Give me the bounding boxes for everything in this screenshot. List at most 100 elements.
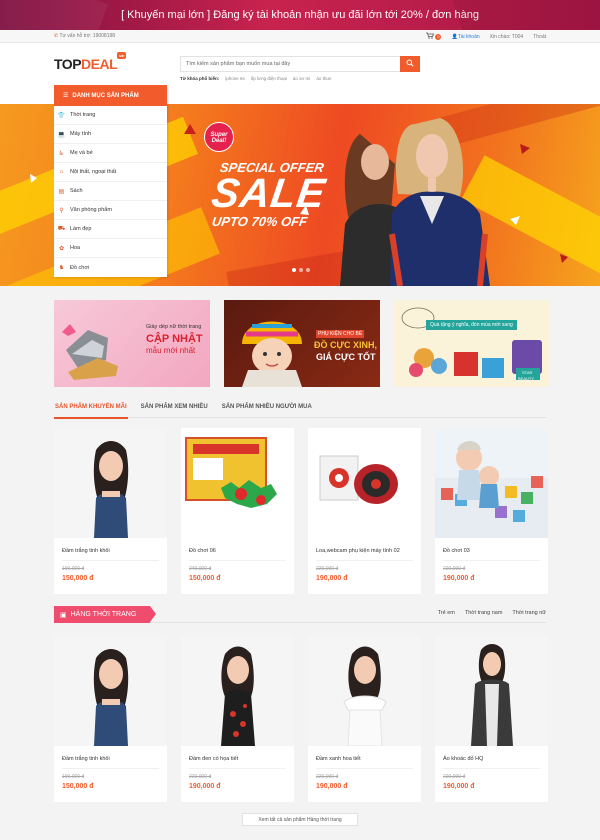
category-item-van-phong-pham[interactable]: ⚲ Văn phòng phẩm: [54, 201, 167, 220]
category-menu: ☰ DANH MỤC SẢN PHẨM 👕 Thời trang 💻 Máy tín…: [54, 85, 167, 277]
promo-products-grid: Đầm trắng tinh khôi 190,000 đ 150,000 đ …: [54, 428, 548, 594]
category-item-do-choi[interactable]: ♞ Đồ chơi: [54, 258, 167, 277]
category-item-may-tinh[interactable]: 💻 Máy tính: [54, 125, 167, 144]
product-image: [54, 428, 167, 538]
product-name[interactable]: Đồ chơi 03: [443, 548, 470, 554]
product-name[interactable]: Áo khoác đỏ HQ: [443, 756, 483, 762]
product-tabs: SẢN PHẨM KHUYẾN MÃI SẢN PHẨM XEM NHIỀU S…: [54, 404, 546, 419]
keywords-label: Từ khóa phổ biến:: [180, 76, 220, 81]
product-card[interactable]: Áo khoác đỏ HQ 220,000 đ 190,000 đ: [435, 636, 548, 802]
product-image: [54, 636, 167, 746]
product-card[interactable]: Đầm trắng tinh khôi 190,000 đ 150,000 đ: [54, 636, 167, 802]
slider-dots: [292, 268, 310, 272]
cart-icon: [426, 32, 435, 41]
super-deal-badge: Super Deal!: [204, 122, 234, 152]
banner-line3: mẫu mới nhất: [146, 346, 196, 355]
product-card[interactable]: Đầm đen có họa tiết 220,000 đ 190,000 đ: [181, 636, 294, 802]
bicycle-icon: ⚲: [59, 207, 64, 214]
banner-line3: BEAUTY: [518, 376, 535, 381]
banner-shoes[interactable]: Giày dép nữ thời trang CẬP NHẬT mẫu mới …: [54, 300, 210, 387]
cart-button[interactable]: 0: [426, 32, 442, 41]
category-menu-header[interactable]: ☰ DANH MỤC SẢN PHẨM: [54, 85, 167, 106]
link-thoi-trang-nam[interactable]: Thời trang nam: [465, 610, 503, 616]
search-input[interactable]: Tìm kiếm sản phẩm bạn muốn mua tại đây: [180, 56, 400, 72]
product-card[interactable]: Loa,webcam phụ kiện máy tính 02 220,000 …: [308, 428, 421, 594]
divider: [189, 560, 286, 561]
product-name[interactable]: Đầm trắng tinh khôi: [62, 756, 110, 762]
keyword-link[interactable]: iphone 6s: [225, 76, 245, 81]
divider: [443, 560, 540, 561]
product-card[interactable]: Đầm xanh hoa tiết 220,000 đ 190,000 đ: [308, 636, 421, 802]
product-price: 190,000 đ: [316, 783, 348, 790]
shirt-icon: 👕: [57, 112, 66, 119]
sub-banners: Giày dép nữ thời trang CẬP NHẬT mẫu mới …: [54, 300, 550, 387]
hotline: ✆ Tư vấn hỗ trợ: 19008198: [54, 33, 115, 39]
search-button[interactable]: [400, 56, 420, 72]
logo[interactable]: TOPDEAL sale: [54, 52, 127, 72]
tab-xem-nhieu[interactable]: SẢN PHẨM XEM NHIỀU: [140, 404, 209, 417]
divider: [443, 768, 540, 769]
product-name[interactable]: Đồ chơi 06: [189, 548, 216, 554]
product-price: 190,000 đ: [443, 575, 475, 582]
banner-gifts[interactable]: Quà tặng ý nghĩa, đón mùa mới sang STAR …: [394, 300, 550, 387]
shopping-bag-icon: ▣: [60, 611, 67, 619]
search-icon: [406, 59, 414, 69]
category-item-thoi-trang[interactable]: 👕 Thời trang: [54, 106, 167, 125]
search-bar: Tìm kiếm sản phẩm bạn muốn mua tại đây: [180, 56, 420, 72]
link-thoi-trang-nu[interactable]: Thời trang nữ: [512, 610, 546, 616]
banner-line3: GIÁ CỰC TỐT: [316, 352, 376, 362]
product-name[interactable]: Đầm xanh hoa tiết: [316, 756, 361, 762]
account-link[interactable]: 👤Tài khoản: [451, 34, 479, 40]
promo-bar[interactable]: [ Khuyến mại lớn ] Đăng ký tài khoản nhậ…: [0, 0, 600, 30]
logout-link[interactable]: Thoát: [533, 34, 546, 40]
menu-icon: ☰: [63, 93, 69, 99]
category-label: Đồ chơi: [70, 264, 90, 271]
category-item-lam-dep[interactable]: ⛟ Làm đẹp: [54, 220, 167, 239]
product-card[interactable]: Đầm trắng tinh khôi 190,000 đ 150,000 đ: [54, 428, 167, 594]
greeting-text: Xin chào: T004: [489, 33, 524, 40]
keyword-link[interactable]: ốp lưng điện thoại: [251, 76, 287, 81]
category-label: Hoa: [70, 245, 81, 251]
keyword-link[interactable]: áo sơ mi: [293, 76, 310, 81]
banner-line1: Quà tặng ý nghĩa, đón mùa mới sang: [426, 320, 517, 330]
link-tre-em[interactable]: Trẻ em: [438, 610, 455, 616]
product-card[interactable]: Đồ chơi 03 220,000 đ 190,000 đ: [435, 428, 548, 594]
hotline-text: Tư vấn hỗ trợ: 19008198: [59, 33, 116, 39]
keyword-link[interactable]: áo thun: [316, 76, 331, 81]
product-price: 150,000 đ: [62, 575, 94, 582]
slider-dot[interactable]: [292, 268, 296, 272]
product-image: [308, 428, 421, 538]
category-menu-title: DANH MỤC SẢN PHẨM: [72, 92, 139, 99]
top-bar: ✆ Tư vấn hỗ trợ: 19008198 0 👤Tài khoản X…: [0, 30, 600, 43]
category-item-me-va-be[interactable]: ♿ Mẹ và bé: [54, 144, 167, 163]
banner-line2: ĐỒ CỰC XINH,: [314, 340, 377, 350]
category-label: Máy tính: [70, 131, 92, 137]
fashion-section-title[interactable]: ▣ HÀNG THỜI TRANG: [54, 606, 156, 623]
car-icon: ⛟: [57, 226, 66, 232]
divider: [316, 768, 413, 769]
slider-dot[interactable]: [306, 268, 310, 272]
tab-nhieu-nguoi-mua[interactable]: SẢN PHẨM NHIỀU NGƯỜI MUA: [221, 404, 313, 417]
product-name[interactable]: Đầm trắng tinh khôi: [62, 548, 110, 554]
category-item-hoa[interactable]: ✿ Hoa: [54, 239, 167, 258]
product-old-price: 220,000 đ: [189, 774, 212, 780]
toy-icon: ♞: [58, 265, 65, 271]
banner-line2: STAR: [522, 370, 533, 375]
slider-dot[interactable]: [299, 268, 303, 272]
product-name[interactable]: Đầm đen có họa tiết: [189, 756, 238, 762]
upto-text: UPTO 70% OFF: [210, 214, 309, 229]
product-old-price: 220,000 đ: [316, 566, 339, 572]
category-label: Văn phòng phẩm: [70, 207, 112, 213]
product-price: 150,000 đ: [189, 575, 221, 582]
category-item-sach[interactable]: ▤ Sách: [54, 182, 167, 201]
account-link-label: Tài khoản: [457, 33, 480, 40]
product-old-price: 220,000 đ: [443, 566, 466, 572]
category-item-noi-that[interactable]: ⌂ Nội thất, ngoại thất: [54, 163, 167, 182]
product-name[interactable]: Loa,webcam phụ kiện máy tính 02: [316, 548, 400, 554]
view-all-fashion-button[interactable]: Xem tất cả sản phẩm Hàng thời trang: [242, 813, 358, 826]
banner-baby-accessories[interactable]: PHỤ KIỆN CHO BÉ ĐỒ CỰC XINH, GIÁ CỰC TỐT: [224, 300, 380, 387]
product-card[interactable]: Đồ chơi 06 240,000 đ 150,000 đ: [181, 428, 294, 594]
tab-khuyen-mai[interactable]: SẢN PHẨM KHUYẾN MÃI: [54, 404, 128, 419]
fashion-subcategory-links: Trẻ em Thời trang nam Thời trang nữ: [438, 610, 546, 616]
banner-line2: CẬP NHẬT: [146, 333, 203, 345]
